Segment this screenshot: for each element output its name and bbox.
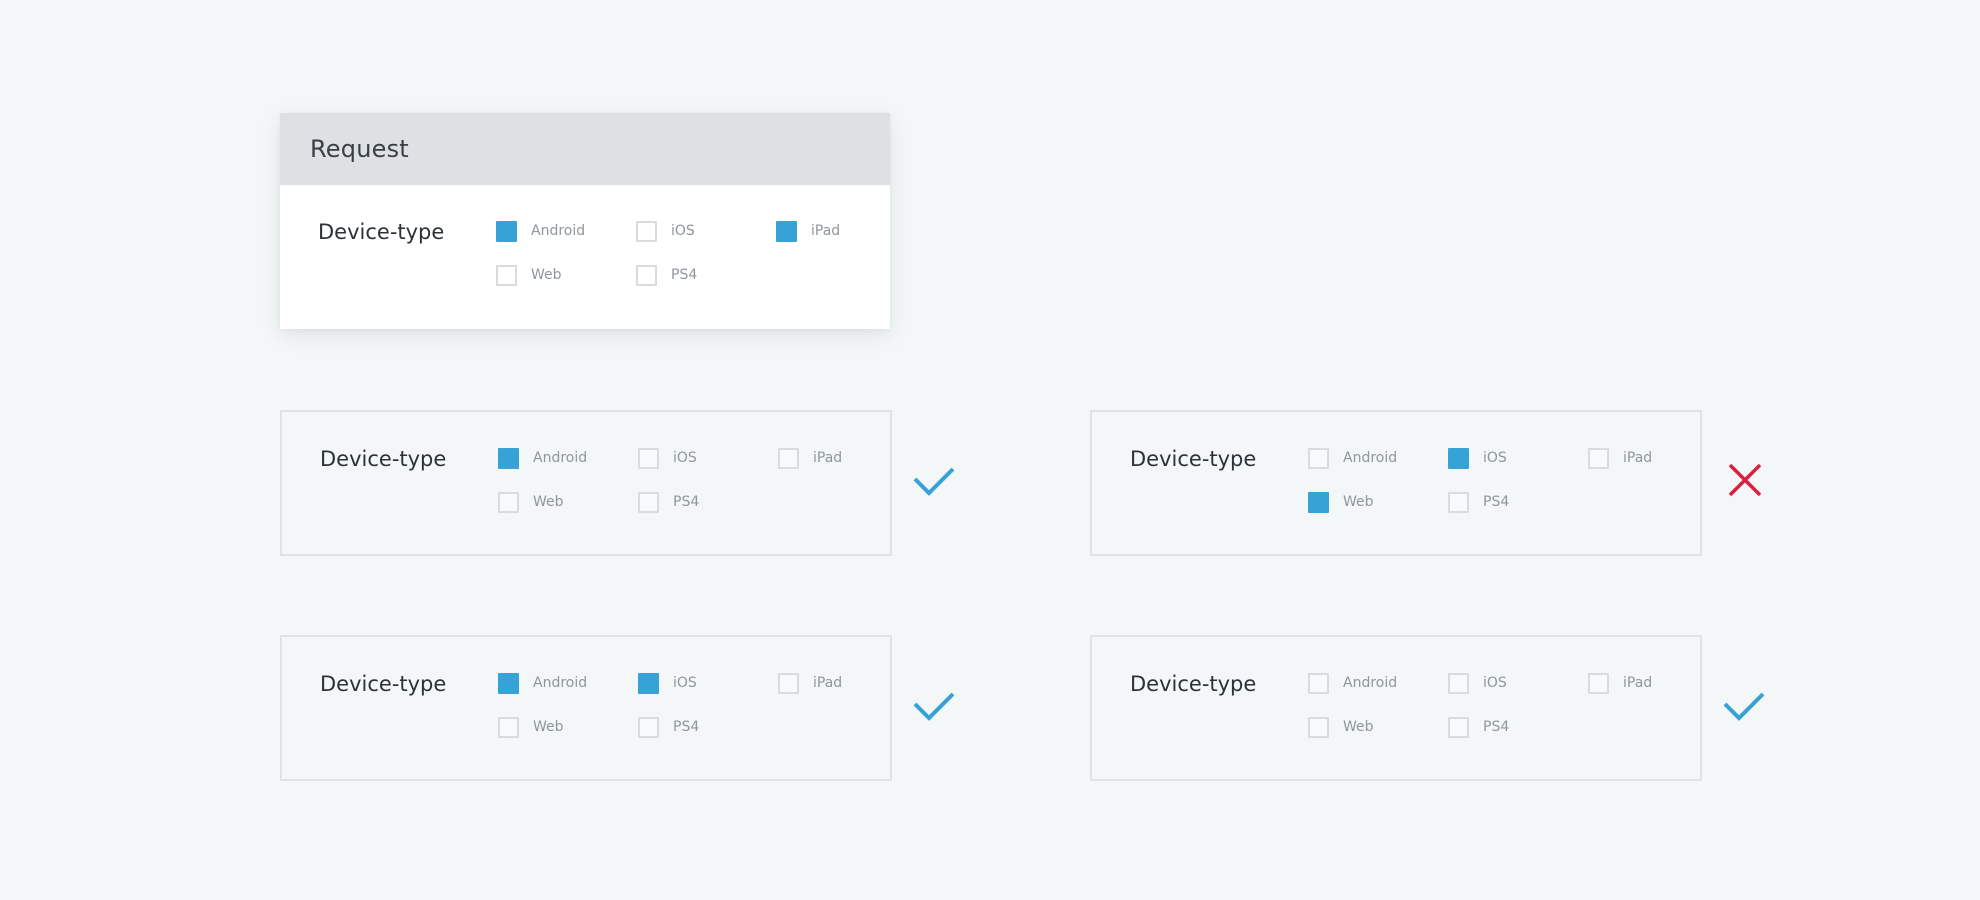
- checkbox[interactable]: [496, 264, 517, 286]
- option-label: Android: [531, 223, 586, 239]
- checkbox[interactable]: [1308, 447, 1329, 469]
- checkbox[interactable]: [638, 491, 659, 513]
- device-type-panel: Device-type Android iOS iPad Web PS4: [280, 635, 892, 781]
- device-type-label: Device-type: [1130, 672, 1257, 696]
- option-label: PS4: [1483, 494, 1510, 510]
- option-ios[interactable]: iOS: [636, 218, 695, 244]
- option-ps4[interactable]: PS4: [1448, 489, 1509, 515]
- option-label: Android: [1343, 675, 1398, 691]
- checkbox[interactable]: [1308, 716, 1329, 738]
- option-web[interactable]: Web: [496, 262, 562, 288]
- option-label: iPad: [813, 675, 843, 691]
- option-ipad[interactable]: iPad: [1588, 445, 1652, 471]
- device-type-label: Device-type: [318, 220, 445, 244]
- option-label: PS4: [1483, 719, 1510, 735]
- checkbox[interactable]: [1448, 491, 1469, 513]
- option-ipad[interactable]: iPad: [1588, 670, 1652, 696]
- option-label: iPad: [813, 450, 843, 466]
- option-label: Android: [1343, 450, 1398, 466]
- option-ipad[interactable]: iPad: [778, 445, 842, 471]
- device-type-panel: Device-type Android iOS iPad Web PS4: [1090, 410, 1702, 556]
- request-title: Request: [310, 135, 409, 163]
- option-ios[interactable]: iOS: [638, 445, 697, 471]
- checkbox[interactable]: [498, 672, 519, 694]
- option-android[interactable]: Android: [498, 445, 587, 471]
- option-android[interactable]: Android: [496, 218, 585, 244]
- checkbox[interactable]: [1308, 672, 1329, 694]
- check-icon: [913, 467, 955, 496]
- panel-body: Device-type Android iOS iPad Web PS4: [1092, 412, 1700, 554]
- option-android[interactable]: Android: [1308, 670, 1397, 696]
- check-icon: [1723, 692, 1765, 721]
- option-label: iOS: [671, 223, 695, 239]
- option-ios[interactable]: iOS: [1448, 445, 1507, 471]
- request-body: Device-type Android iOS iPad Web PS4: [280, 185, 890, 339]
- option-ios[interactable]: iOS: [638, 670, 697, 696]
- option-label: iOS: [1483, 675, 1507, 691]
- device-type-label: Device-type: [1130, 447, 1257, 471]
- check-icon: [913, 692, 955, 721]
- checkbox[interactable]: [636, 220, 657, 242]
- option-ipad[interactable]: iPad: [778, 670, 842, 696]
- option-label: PS4: [671, 267, 698, 283]
- option-label: Android: [533, 675, 588, 691]
- option-ps4[interactable]: PS4: [636, 262, 697, 288]
- option-android[interactable]: Android: [498, 670, 587, 696]
- option-label: Android: [533, 450, 588, 466]
- request-receipt: Request Device-type Android iOS iPad Web…: [280, 113, 890, 339]
- option-label: iOS: [1483, 450, 1507, 466]
- option-android[interactable]: Android: [1308, 445, 1397, 471]
- checkbox[interactable]: [776, 220, 797, 242]
- option-label: Web: [1343, 719, 1374, 735]
- device-type-label: Device-type: [320, 672, 447, 696]
- option-label: iOS: [673, 450, 697, 466]
- panel-body: Device-type Android iOS iPad Web PS4: [282, 637, 890, 779]
- checkbox[interactable]: [1448, 672, 1469, 694]
- checkbox[interactable]: [638, 672, 659, 694]
- checkbox[interactable]: [638, 447, 659, 469]
- option-label: iPad: [811, 223, 841, 239]
- checkbox[interactable]: [778, 672, 799, 694]
- checkbox[interactable]: [636, 264, 657, 286]
- option-ps4[interactable]: PS4: [1448, 714, 1509, 740]
- option-web[interactable]: Web: [498, 714, 564, 740]
- checkbox[interactable]: [498, 491, 519, 513]
- checkbox[interactable]: [638, 716, 659, 738]
- option-ps4[interactable]: PS4: [638, 489, 699, 515]
- option-label: Web: [531, 267, 562, 283]
- checkbox[interactable]: [1588, 447, 1609, 469]
- checkbox[interactable]: [498, 716, 519, 738]
- option-label: iOS: [673, 675, 697, 691]
- panel-body: Device-type Android iOS iPad Web PS4: [282, 412, 890, 554]
- checkbox[interactable]: [1588, 672, 1609, 694]
- request-card: Request Device-type Android iOS iPad Web…: [280, 113, 890, 339]
- checkbox[interactable]: [1448, 447, 1469, 469]
- device-type-label: Device-type: [320, 447, 447, 471]
- checkbox[interactable]: [496, 220, 517, 242]
- option-web[interactable]: Web: [498, 489, 564, 515]
- option-ps4[interactable]: PS4: [638, 714, 699, 740]
- cross-icon: [1728, 463, 1762, 497]
- option-label: Web: [533, 494, 564, 510]
- option-label: PS4: [673, 494, 700, 510]
- device-type-panel: Device-type Android iOS iPad Web PS4: [280, 410, 892, 556]
- option-label: Web: [1343, 494, 1374, 510]
- option-label: PS4: [673, 719, 700, 735]
- option-label: Web: [533, 719, 564, 735]
- device-type-panel: Device-type Android iOS iPad Web PS4: [1090, 635, 1702, 781]
- option-ios[interactable]: iOS: [1448, 670, 1507, 696]
- option-web[interactable]: Web: [1308, 714, 1374, 740]
- option-label: iPad: [1623, 450, 1653, 466]
- panel-body: Device-type Android iOS iPad Web PS4: [1092, 637, 1700, 779]
- option-ipad[interactable]: iPad: [776, 218, 840, 244]
- checkbox[interactable]: [778, 447, 799, 469]
- option-label: iPad: [1623, 675, 1653, 691]
- option-web[interactable]: Web: [1308, 489, 1374, 515]
- checkbox[interactable]: [1448, 716, 1469, 738]
- checkbox[interactable]: [1308, 491, 1329, 513]
- checkbox[interactable]: [498, 447, 519, 469]
- request-header: Request: [280, 113, 890, 185]
